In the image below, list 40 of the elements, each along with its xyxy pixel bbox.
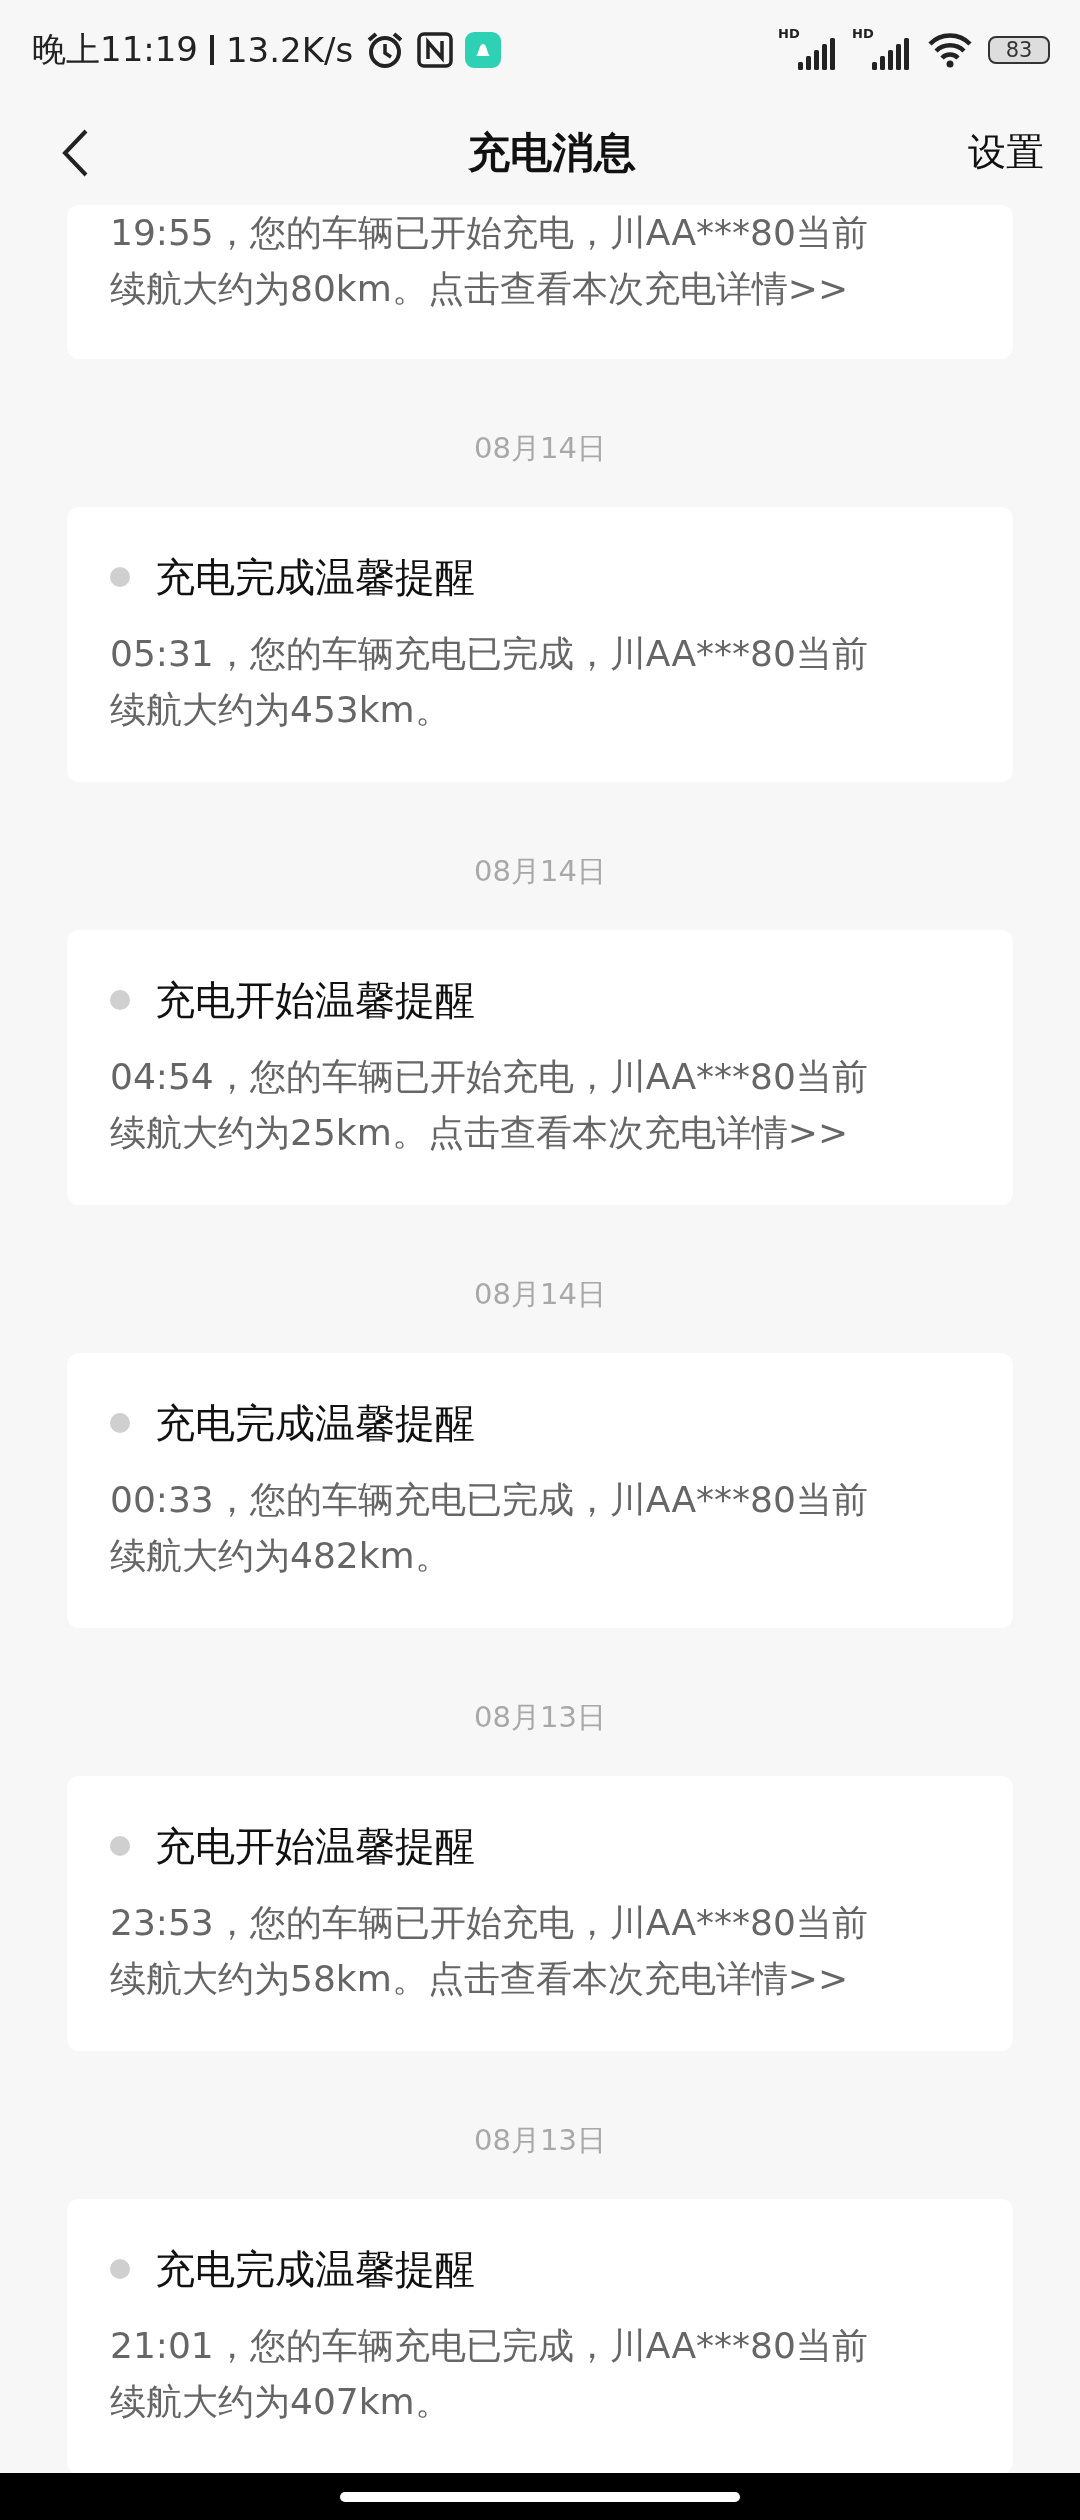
- message-text: 19:55，您的车辆已开始充电，川AA***80当前续航大约为80km。点击查看本次充电详情>>: [110, 211, 869, 311]
- hd-label: HD: [852, 26, 874, 41]
- message-text: 04:54，您的车辆已开始充电，川AA***80当前续航大约为25km。点击查看本次充电详情>>: [110, 1055, 869, 1155]
- date-label: 08月13日: [473, 1699, 607, 1736]
- back-button[interactable]: [60, 127, 90, 178]
- message-card[interactable]: 充电完成温馨提醒 00:33，您的车辆充电已完成，川AA***80当前续航大约为482km。: [67, 1353, 1013, 1628]
- page-title: 充电消息: [468, 126, 636, 179]
- message-card[interactable]: 充电完成温馨提醒 05:31，您的车辆充电已完成，川AA***80当前续航大约为453km。: [67, 507, 1013, 782]
- settings-link[interactable]: 设置: [968, 127, 1044, 178]
- status-time: 晚上11:19: [32, 28, 198, 71]
- date-label: 08月14日: [473, 1276, 607, 1313]
- message-card[interactable]: 充电完成温馨提醒 21:01，您的车辆充电已完成，川AA***80当前续航大约为407km。: [67, 2199, 1013, 2473]
- date-label: 08月13日: [473, 2122, 607, 2159]
- message-text: 23:53，您的车辆已开始充电，川AA***80当前续航大约为58km。点击查看本次充电详情>>: [110, 1901, 869, 2001]
- dot-icon: [110, 990, 130, 1010]
- battery-indicator: 83: [988, 36, 1050, 64]
- message-title: 充电完成温馨提醒: [155, 552, 475, 602]
- message-card[interactable]: 19:55，您的车辆已开始充电，川AA***80当前续航大约为80km。点击查看本次充电详情>>: [67, 205, 1013, 359]
- hd-label: HD: [778, 26, 800, 41]
- date-label: 08月14日: [473, 853, 607, 890]
- dot-icon: [110, 567, 130, 587]
- message-card[interactable]: 充电开始温馨提醒 23:53，您的车辆已开始充电，川AA***80当前续航大约为58km。点击查看本次充电详情>>: [67, 1776, 1013, 2051]
- date-label: 08月14日: [473, 430, 607, 467]
- dot-icon: [110, 2259, 130, 2279]
- separator-icon: [210, 35, 214, 65]
- dot-icon: [110, 1413, 130, 1433]
- message-card[interactable]: 充电开始温馨提醒 04:54，您的车辆已开始充电，川AA***80当前续航大约为25km。点击查看本次充电详情>>: [67, 930, 1013, 1205]
- message-title: 充电开始温馨提醒: [155, 975, 475, 1025]
- message-text: 00:33，您的车辆充电已完成，川AA***80当前续航大约为482km。: [110, 1478, 869, 1578]
- app-icon: [465, 32, 502, 68]
- dot-icon: [110, 1836, 130, 1856]
- message-title: 充电完成温馨提醒: [155, 2244, 475, 2294]
- nfc-icon: [417, 32, 454, 68]
- home-indicator[interactable]: [340, 2491, 740, 2502]
- message-text: 05:31，您的车辆充电已完成，川AA***80当前续航大约为453km。: [110, 632, 869, 732]
- message-title: 充电开始温馨提醒: [155, 1821, 475, 1871]
- wifi-icon: [926, 32, 974, 68]
- network-speed: 13.2K/s: [226, 30, 354, 70]
- message-title: 充电完成温馨提醒: [155, 1398, 475, 1448]
- message-text: 21:01，您的车辆充电已完成，川AA***80当前续航大约为407km。: [110, 2324, 869, 2424]
